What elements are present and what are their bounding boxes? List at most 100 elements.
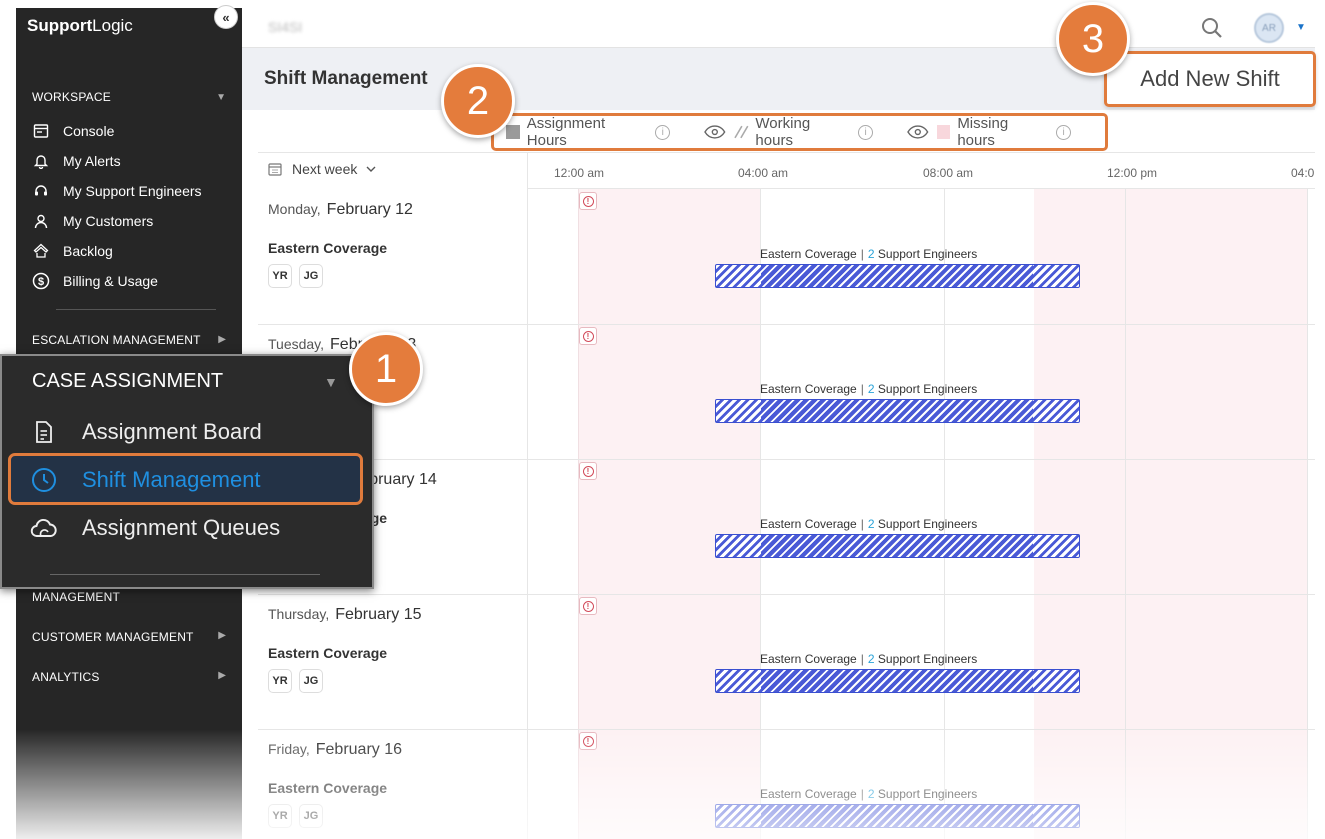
sidebar-item-assignment-board[interactable]: Assignment Board — [30, 418, 262, 446]
shift-bar[interactable] — [715, 804, 1080, 828]
sidebar-item-assignment-queues[interactable]: Assignment Queues — [30, 514, 280, 542]
tick-label: 12:00 am — [554, 166, 605, 180]
row-divider — [258, 729, 1315, 730]
sidebar-item-my-support-engineers[interactable]: My Support Engineers — [32, 182, 202, 200]
chevron-down-icon[interactable]: ▼ — [1296, 22, 1306, 33]
chevron-right-icon[interactable]: ▶ — [218, 334, 226, 345]
engineer-chip[interactable]: JG — [299, 669, 323, 693]
assignment-hours-segment — [761, 400, 1033, 422]
sidebar-item-label: Console — [63, 123, 115, 139]
section-customer-management[interactable]: CUSTOMER MANAGEMENT — [32, 630, 194, 644]
row-divider — [258, 594, 1315, 595]
sidebar-item-my-alerts[interactable]: My Alerts — [32, 152, 121, 170]
engineer-count: 2 — [867, 652, 875, 666]
assignment-swatch — [506, 125, 520, 139]
cloud-icon — [30, 514, 58, 542]
sidebar-item-label: Shift Management — [82, 467, 261, 492]
engineer-chip[interactable]: JG — [299, 804, 323, 828]
section-case-assignment[interactable]: CASE ASSIGNMENT — [32, 370, 223, 393]
alert-icon[interactable]: ! — [579, 597, 597, 615]
shift-bar-label: Eastern Coverage | 2 Support Engineers — [760, 652, 978, 666]
collapse-sidebar-button[interactable]: « — [214, 5, 238, 29]
shift-bar[interactable] — [715, 534, 1080, 558]
chevron-right-icon[interactable]: ▶ — [218, 670, 226, 681]
sidebar-item-shift-management[interactable]: Shift Management — [30, 466, 261, 494]
week-selector[interactable]: Next week — [268, 161, 377, 177]
section-workspace[interactable]: WORKSPACE — [32, 90, 111, 104]
coverage-title[interactable]: Eastern Coverage — [268, 240, 387, 256]
assignment-hours-segment — [761, 670, 1033, 692]
chevron-down-icon[interactable]: ▼ — [324, 374, 338, 390]
brand-logo[interactable]: SupportLogic — [27, 16, 133, 36]
info-icon[interactable]: i — [655, 124, 671, 140]
legend-working-hours[interactable]: Working hours i — [704, 115, 873, 149]
row-divider — [258, 324, 1315, 325]
legend-assignment-hours[interactable]: Assignment Hours i — [506, 115, 671, 149]
chevron-down-icon[interactable]: ▼ — [216, 92, 226, 103]
sidebar-item-billing-usage[interactable]: $ Billing & Usage — [32, 272, 158, 290]
legend-label: Working hours — [755, 115, 811, 149]
eye-icon[interactable] — [704, 125, 726, 139]
legend-missing-hours[interactable]: Missing hours i — [907, 115, 1071, 149]
engineer-count-label: Support Engineers — [877, 517, 978, 531]
alert-icon[interactable]: ! — [579, 732, 597, 750]
legend-label: Missing hours — [957, 115, 1009, 149]
sidebar-item-label: Assignment Board — [82, 419, 262, 444]
divider — [50, 574, 320, 575]
engineer-count: 2 — [867, 517, 875, 531]
engineer-chip[interactable]: YR — [268, 264, 292, 288]
info-icon[interactable]: i — [1056, 124, 1071, 140]
day-date: February 12 — [326, 201, 413, 218]
alert-icon[interactable]: ! — [579, 192, 597, 210]
calendar-icon — [268, 163, 282, 176]
assignment-hours-segment — [761, 265, 1033, 287]
info-icon[interactable]: i — [858, 124, 873, 140]
shift-bar-label: Eastern Coverage | 2 Support Engineers — [760, 382, 978, 396]
tick-label: 04:0 — [1291, 166, 1315, 180]
coverage-title[interactable]: Eastern Coverage — [268, 780, 387, 796]
day-label: Friday, February 16 — [268, 741, 402, 759]
shift-bar[interactable] — [715, 399, 1080, 423]
engineer-chip[interactable]: YR — [268, 669, 292, 693]
chevron-right-icon[interactable]: ▶ — [218, 630, 226, 641]
avatar[interactable]: AR — [1254, 13, 1284, 43]
section-analytics[interactable]: ANALYTICS — [32, 670, 100, 684]
engineer-count: 2 — [867, 787, 875, 801]
search-icon[interactable] — [1200, 16, 1224, 40]
add-new-shift-button[interactable]: Add New Shift — [1104, 51, 1316, 107]
weekday: Friday, — [268, 741, 310, 757]
svg-text:$: $ — [38, 276, 44, 288]
alert-icon[interactable]: ! — [579, 327, 597, 345]
tick-label: 08:00 am — [923, 166, 974, 180]
sidebar-item-backlog[interactable]: Backlog — [32, 242, 113, 260]
engineer-chip[interactable]: YR — [268, 804, 292, 828]
day-label: Thursday, February 15 — [268, 606, 421, 624]
shift-bar[interactable] — [715, 669, 1080, 693]
sidebar-fade — [16, 729, 242, 839]
sidebar-item-label: My Customers — [63, 213, 154, 229]
coverage-title[interactable]: Eastern Coverage — [268, 645, 387, 661]
sidebar-item-console[interactable]: Console — [32, 122, 114, 140]
legend-label: Assignment Hours — [526, 115, 606, 149]
section-escalation-management[interactable]: ESCALATION MANAGEMENT — [32, 333, 201, 347]
assignment-hours-segment — [761, 535, 1033, 557]
week-selector-label: Next week — [292, 161, 358, 177]
tick-label: 12:00 pm — [1107, 166, 1158, 180]
shift-name: Eastern Coverage — [760, 652, 857, 666]
alert-icon[interactable]: ! — [579, 462, 597, 480]
shift-bar[interactable] — [715, 264, 1080, 288]
headset-icon — [32, 182, 50, 200]
divider — [56, 309, 216, 310]
tenant-name: SI4SI — [268, 19, 303, 35]
sidebar-item-label: My Support Engineers — [63, 183, 202, 199]
eye-icon[interactable] — [907, 125, 929, 139]
sidebar-item-my-customers[interactable]: My Customers — [32, 212, 153, 230]
assignment-hours-segment — [761, 805, 1033, 827]
clipboard-icon — [30, 418, 58, 446]
engineer-chip[interactable]: JG — [299, 264, 323, 288]
bell-icon — [32, 152, 50, 170]
sidebar-item-label: Billing & Usage — [63, 273, 158, 289]
section-management[interactable]: MANAGEMENT — [32, 590, 120, 604]
grid-line — [527, 189, 528, 839]
shift-name: Eastern Coverage — [760, 382, 857, 396]
